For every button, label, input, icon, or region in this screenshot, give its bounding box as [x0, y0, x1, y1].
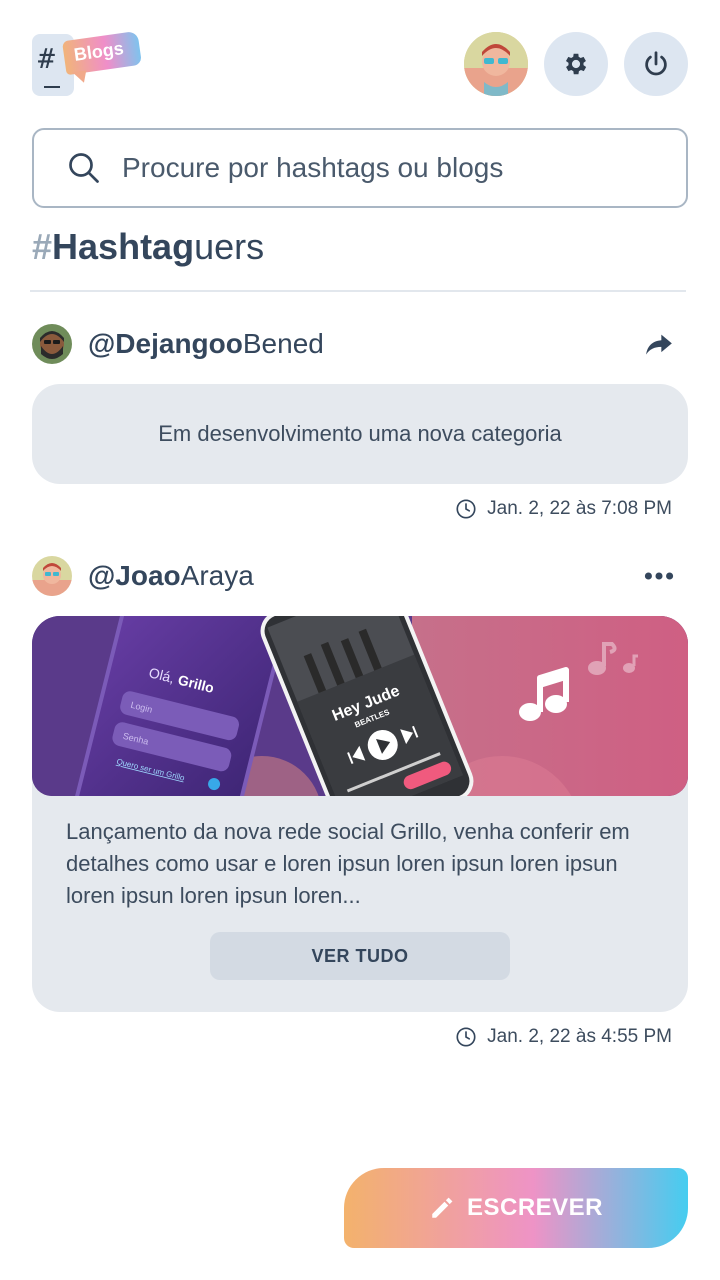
brand-bold: Hashtag [52, 226, 195, 267]
post-author[interactable]: @JoaoAraya [88, 560, 254, 592]
logout-button[interactable] [624, 32, 688, 96]
search-icon [69, 153, 99, 183]
search-input[interactable] [122, 152, 642, 184]
post-author-rest: Bened [242, 328, 324, 359]
author-avatar-illustration [32, 556, 72, 596]
post-time-text: Jan. 2, 22 às 7:08 PM [487, 498, 672, 519]
post-text: Em desenvolvimento uma nova categoria [158, 421, 562, 446]
logo-blogs-tag: Blogs [62, 30, 142, 76]
user-avatar[interactable] [464, 32, 528, 96]
post-author-handle: @Dejangoo [88, 328, 243, 359]
post-image[interactable]: Olá, Grillo Login Senha Quero ser um Gri… [32, 616, 688, 796]
logo-blogs-label: Blogs [72, 38, 125, 65]
share-button[interactable] [644, 330, 674, 358]
see-all-button[interactable]: VER TUDO [210, 932, 510, 980]
clock-icon [456, 1027, 476, 1047]
post-card[interactable]: Em desenvolvimento uma nova categoria [32, 384, 688, 484]
post-header: @JoaoAraya [32, 556, 688, 596]
logo-hash: # [38, 42, 55, 75]
more-options-button[interactable] [644, 562, 674, 590]
brand-hash: # [32, 226, 53, 267]
post-timestamp: Jan. 2, 22 às 4:55 PM [455, 1026, 672, 1048]
post-author-avatar[interactable] [32, 556, 72, 596]
brand-title: #Hashtaguers [32, 226, 264, 268]
post-author-handle: @Joao [88, 560, 181, 591]
post-text: Lançamento da nova rede social Grillo, v… [66, 819, 630, 908]
pencil-icon [432, 1197, 453, 1218]
gear-icon [565, 53, 587, 75]
divider [30, 290, 686, 292]
more-icon [644, 572, 674, 580]
post-header: @DejangooBened [32, 324, 688, 364]
logo[interactable]: # Blogs [32, 30, 144, 98]
write-button[interactable]: ESCREVER [344, 1168, 688, 1248]
post-timestamp: Jan. 2, 22 às 7:08 PM [455, 498, 672, 520]
author-avatar-illustration [32, 324, 72, 364]
user-avatar-illustration [464, 32, 528, 96]
post-author[interactable]: @DejangooBened [88, 328, 324, 360]
settings-button[interactable] [544, 32, 608, 96]
clock-icon [456, 499, 476, 519]
power-icon [645, 51, 667, 76]
post-card[interactable]: Olá, Grillo Login Senha Quero ser um Gri… [32, 616, 688, 1012]
post-time-text: Jan. 2, 22 às 4:55 PM [487, 1026, 672, 1047]
post-author-rest: Araya [180, 560, 254, 591]
search-bar[interactable] [32, 128, 688, 208]
share-icon [646, 334, 672, 355]
post-author-avatar[interactable] [32, 324, 72, 364]
post-image-illustration: Olá, Grillo Login Senha Quero ser um Gri… [32, 616, 688, 796]
logo-underline [44, 86, 60, 88]
write-button-label: ESCREVER [466, 1194, 604, 1221]
brand-rest: uers [194, 226, 265, 267]
